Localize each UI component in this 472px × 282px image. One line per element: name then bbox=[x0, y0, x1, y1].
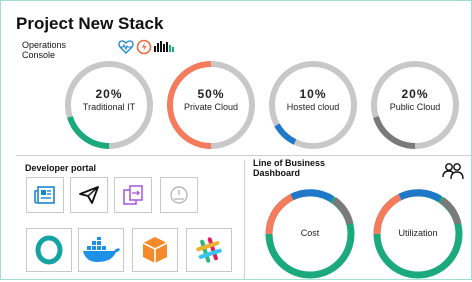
lob-title-line1: Line of Business bbox=[253, 158, 326, 168]
gauge-label: Private Cloud bbox=[183, 102, 239, 112]
operations-label-line2: Console bbox=[22, 50, 56, 60]
gauge-percent: 20% bbox=[95, 87, 123, 101]
donut-label: Utilization bbox=[398, 228, 438, 238]
heartbeat-icon[interactable] bbox=[118, 40, 134, 54]
developer-portal-title: Developer portal bbox=[25, 163, 97, 173]
transfer-tile[interactable] bbox=[114, 177, 152, 213]
slack-icon bbox=[196, 237, 222, 263]
news-tile[interactable] bbox=[26, 177, 64, 213]
gauge-public-cloud[interactable]: 20% Public Cloud bbox=[367, 57, 463, 153]
section-divider bbox=[16, 155, 472, 156]
slack-tile[interactable] bbox=[186, 228, 232, 272]
lob-title: Line of Business Dashboard bbox=[253, 158, 325, 178]
operations-icons bbox=[118, 39, 176, 55]
people-icon[interactable] bbox=[442, 162, 464, 180]
gauge-percent: 20% bbox=[401, 87, 429, 101]
send-tile[interactable] bbox=[70, 177, 108, 213]
gauge-traditional-it[interactable]: 20% Traditional IT bbox=[61, 57, 157, 153]
openshift-icon bbox=[35, 235, 63, 265]
package-tile[interactable] bbox=[132, 228, 178, 272]
package-icon bbox=[142, 237, 168, 263]
signal-icon[interactable] bbox=[154, 40, 176, 54]
donut-label: Cost bbox=[300, 228, 320, 238]
gauge-percent: 50% bbox=[197, 87, 225, 101]
power-icon[interactable] bbox=[136, 39, 152, 55]
docker-tile[interactable] bbox=[78, 228, 124, 272]
gauge-label: Traditional IT bbox=[82, 102, 136, 112]
gauge-label: Public Cloud bbox=[389, 102, 441, 112]
transfer-icon bbox=[123, 185, 143, 205]
donut-cost[interactable]: Cost bbox=[262, 186, 358, 282]
speedometer-tile[interactable] bbox=[160, 177, 198, 213]
column-divider bbox=[244, 160, 245, 280]
openshift-tile[interactable] bbox=[26, 228, 72, 272]
gauge-private-cloud[interactable]: 50% Private Cloud bbox=[163, 57, 259, 153]
donut-utilization[interactable]: Utilization bbox=[370, 186, 466, 282]
gauge-hosted-cloud[interactable]: 10% Hosted cloud bbox=[265, 57, 361, 153]
news-icon bbox=[34, 186, 55, 204]
lob-title-line2: Dashboard bbox=[253, 168, 301, 178]
speedometer-icon bbox=[170, 186, 188, 204]
operations-console-label: Operations Console bbox=[22, 40, 66, 60]
send-icon bbox=[79, 186, 99, 204]
gauge-label: Hosted cloud bbox=[286, 102, 340, 112]
operations-label-line1: Operations bbox=[22, 40, 67, 50]
docker-icon bbox=[83, 237, 120, 262]
gauge-percent: 10% bbox=[299, 87, 327, 101]
page-title: Project New Stack bbox=[16, 14, 164, 33]
